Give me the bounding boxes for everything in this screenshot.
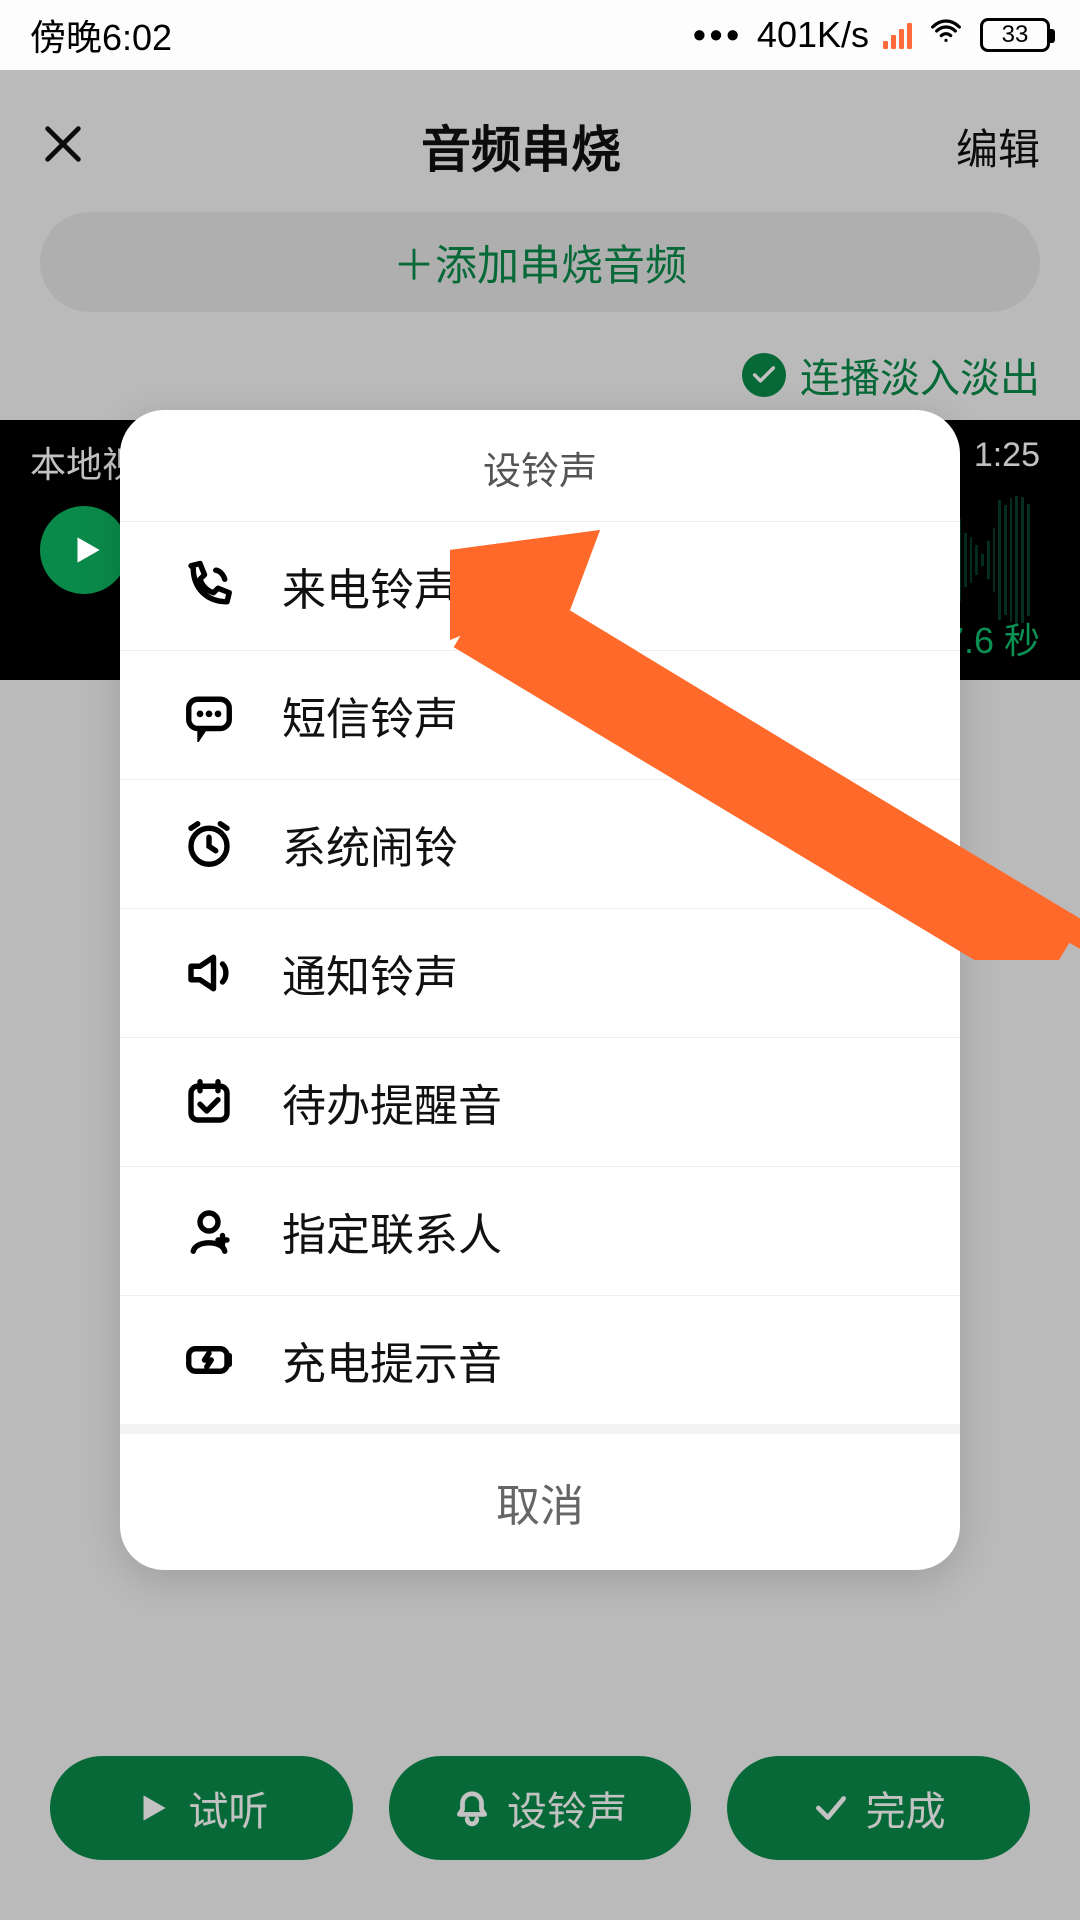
- ringtone-option-call[interactable]: 来电铃声: [120, 521, 960, 650]
- battery-icon: 33: [980, 18, 1050, 52]
- battery-charge-icon: [180, 1331, 238, 1389]
- ringtone-option-todo[interactable]: 待办提醒音: [120, 1037, 960, 1166]
- option-label: 待办提醒音: [282, 1070, 502, 1134]
- option-label: 通知铃声: [282, 941, 458, 1005]
- wifi-icon: [926, 14, 966, 56]
- ringtone-option-contact[interactable]: 指定联系人: [120, 1166, 960, 1295]
- network-speed: 401K/s: [757, 14, 869, 56]
- person-add-icon: [180, 1202, 238, 1260]
- option-label: 来电铃声: [282, 554, 458, 618]
- play-button[interactable]: [40, 506, 128, 594]
- ringtone-modal: 设铃声 来电铃声 短信铃声 系统闹铃 通知铃声: [120, 410, 960, 1570]
- ringtone-option-notification[interactable]: 通知铃声: [120, 908, 960, 1037]
- more-dots-icon: •••: [693, 14, 743, 56]
- phone-icon: [180, 557, 238, 615]
- status-bar: 傍晚6:02 ••• 401K/s 33: [0, 0, 1080, 70]
- option-label: 充电提示音: [282, 1328, 502, 1392]
- alarm-icon: [180, 815, 238, 873]
- cancel-button[interactable]: 取消: [120, 1424, 960, 1570]
- ringtone-option-sms[interactable]: 短信铃声: [120, 650, 960, 779]
- option-label: 系统闹铃: [282, 812, 458, 876]
- ringtone-option-charging[interactable]: 充电提示音: [120, 1295, 960, 1424]
- signal-icon: [883, 21, 912, 49]
- battery-level: 33: [1002, 21, 1029, 49]
- speaker-icon: [180, 944, 238, 1002]
- status-time: 傍晚6:02: [30, 9, 172, 61]
- cancel-label: 取消: [496, 1482, 584, 1531]
- option-label: 指定联系人: [282, 1199, 502, 1263]
- message-icon: [180, 686, 238, 744]
- ringtone-option-alarm[interactable]: 系统闹铃: [120, 779, 960, 908]
- calendar-check-icon: [180, 1073, 238, 1131]
- modal-title: 设铃声: [120, 410, 960, 521]
- option-label: 短信铃声: [282, 683, 458, 747]
